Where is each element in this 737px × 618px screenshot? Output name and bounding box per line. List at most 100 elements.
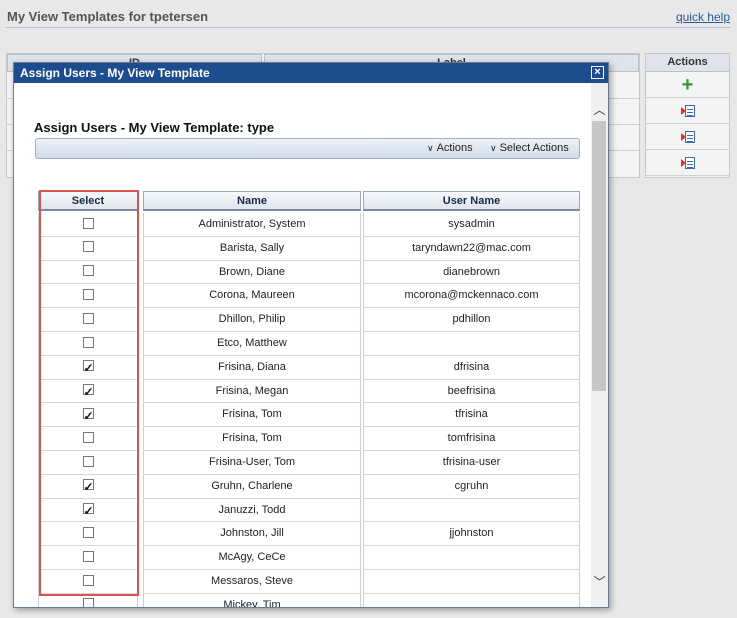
actions-column-header: Actions [646, 54, 729, 72]
scroll-down-icon[interactable]: ﹀ [591, 573, 608, 589]
select-checkbox[interactable] [82, 431, 94, 443]
scroll-thumb[interactable] [592, 121, 606, 391]
dialog-scrollbar[interactable]: ︿ ﹀ [591, 83, 608, 607]
name-cell: Barista, Sally [143, 236, 361, 261]
plus-icon: + [681, 73, 694, 96]
name-cell: Brown, Diane [143, 260, 361, 285]
select-actions-menu-label: Select Actions [499, 142, 569, 154]
user-name-cell: jjohnston [363, 522, 580, 547]
select-cell [38, 260, 138, 285]
name-column-header[interactable]: Name [143, 191, 361, 211]
user-name-cell: beefrisina [363, 379, 580, 404]
user-name-cell: mcorona@mckennaco.com [363, 284, 580, 309]
user-name-cell: sysadmin [363, 213, 580, 237]
select-checkbox[interactable] [82, 381, 94, 402]
user-name-cell: dianebrown [363, 260, 580, 285]
user-name-cell: tfrisina [363, 403, 580, 428]
select-cell [38, 332, 138, 356]
title-divider [6, 27, 731, 28]
assign-users-dialog: Assign Users - My View Template × Assign… [13, 62, 609, 608]
select-checkbox[interactable] [82, 336, 94, 348]
scroll-up-icon[interactable]: ︿ [591, 101, 608, 117]
select-cell [38, 593, 138, 607]
user-name-cell: taryndawn22@mac.com [363, 236, 580, 261]
user-name-column-header[interactable]: User Name [363, 191, 580, 211]
select-cell [38, 546, 138, 570]
user-name-cell [363, 593, 580, 607]
select-actions-menu-button[interactable]: ∨ Select Actions [490, 142, 569, 154]
assign-users-icon [680, 104, 695, 117]
add-template-button[interactable]: + [646, 72, 729, 98]
select-cell [38, 355, 138, 380]
select-checkbox[interactable] [82, 550, 94, 562]
select-checkbox[interactable] [82, 405, 94, 426]
chevron-down-icon: ∨ [490, 143, 497, 153]
select-checkbox[interactable] [82, 500, 94, 521]
name-cell: Dhillon, Philip [143, 308, 361, 332]
user-name-cell [363, 498, 580, 523]
close-icon[interactable]: × [591, 66, 604, 79]
name-cell: Januzzi, Todd [143, 498, 361, 523]
select-checkbox[interactable] [82, 312, 94, 324]
select-checkbox[interactable] [82, 241, 94, 253]
select-checkbox[interactable] [82, 598, 94, 607]
assign-users-button[interactable] [646, 124, 729, 150]
dialog-titlebar[interactable]: Assign Users - My View Template × [14, 63, 608, 83]
assign-users-icon [680, 130, 695, 143]
user-name-cell: tfrisina-user [363, 451, 580, 475]
actions-menu-button[interactable]: ∨ Actions [427, 142, 473, 154]
name-cell: McAgy, CeCe [143, 546, 361, 570]
select-cell [38, 522, 138, 547]
grid-toolbar: ∨ Actions ∨ Select Actions [35, 138, 580, 159]
select-cell [38, 308, 138, 332]
name-cell: Johnston, Jill [143, 522, 361, 547]
name-cell: Frisina, Megan [143, 379, 361, 404]
select-cell [38, 284, 138, 309]
name-cell: Gruhn, Charlene [143, 474, 361, 499]
quick-help-link[interactable]: quick help [676, 10, 730, 24]
select-cell [38, 570, 138, 594]
user-name-cell: pdhillon [363, 308, 580, 332]
select-column-header[interactable]: Select [38, 191, 138, 211]
select-checkbox[interactable] [82, 288, 94, 300]
select-cell [38, 403, 138, 428]
select-cell [38, 213, 138, 237]
select-cell [38, 379, 138, 404]
select-checkbox[interactable] [82, 526, 94, 538]
dialog-body: Assign Users - My View Template: type ∨ A… [14, 83, 593, 607]
select-cell [38, 236, 138, 261]
select-cell [38, 474, 138, 499]
select-cell [38, 498, 138, 523]
select-checkbox[interactable] [82, 574, 94, 586]
select-checkbox[interactable] [82, 455, 94, 467]
name-cell: Frisina-User, Tom [143, 451, 361, 475]
actions-menu-label: Actions [436, 142, 473, 154]
name-cell: Frisina, Tom [143, 427, 361, 451]
page-title: My View Templates for tpetersen [7, 9, 209, 24]
name-cell: Mickey, Tim [143, 593, 361, 607]
chevron-down-icon: ∨ [427, 143, 434, 153]
assign-users-button[interactable] [646, 98, 729, 124]
select-checkbox[interactable] [82, 217, 94, 229]
name-cell: Frisina, Diana [143, 355, 361, 380]
user-name-cell [363, 546, 580, 570]
select-checkbox[interactable] [82, 357, 94, 379]
user-name-cell: dfrisina [363, 355, 580, 380]
panel-title: Assign Users - My View Template: type [34, 120, 275, 135]
dialog-title: Assign Users - My View Template [20, 66, 210, 80]
select-cell [38, 451, 138, 475]
select-checkbox[interactable] [82, 265, 94, 277]
user-name-cell [363, 570, 580, 594]
assign-users-icon [680, 156, 695, 169]
name-cell: Messaros, Steve [143, 570, 361, 594]
select-checkbox[interactable] [82, 476, 94, 498]
select-cell [38, 427, 138, 451]
assign-users-button[interactable] [646, 150, 729, 176]
user-name-cell: cgruhn [363, 474, 580, 499]
user-name-cell: tomfrisina [363, 427, 580, 451]
user-name-cell [363, 332, 580, 356]
actions-column: Actions + [645, 53, 730, 178]
name-cell: Corona, Maureen [143, 284, 361, 309]
name-cell: Administrator, System [143, 213, 361, 237]
name-cell: Etco, Matthew [143, 332, 361, 356]
